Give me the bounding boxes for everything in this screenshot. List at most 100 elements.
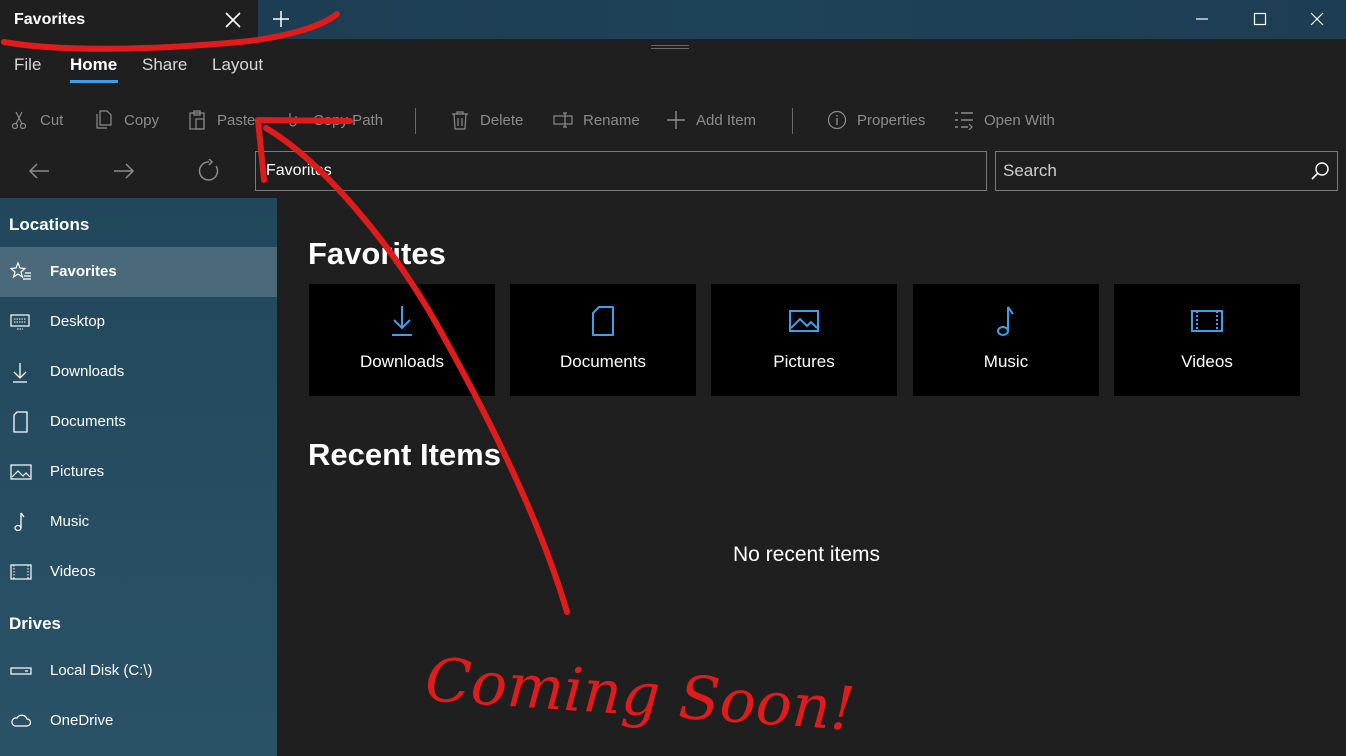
add-item-button[interactable]: Add Item <box>666 108 756 132</box>
favorites-title: Favorites <box>308 236 446 271</box>
film-icon <box>1191 310 1223 332</box>
properties-label: Properties <box>857 111 926 129</box>
rename-icon <box>553 112 573 128</box>
title-bar: Favorites <box>0 0 1346 39</box>
open-with-button[interactable]: Open With <box>954 108 1055 132</box>
paste-label: Paste <box>217 111 256 129</box>
recent-items-title: Recent Items <box>308 437 501 472</box>
favorite-tile-music[interactable]: Music <box>913 284 1099 396</box>
tile-label: Music <box>983 352 1029 371</box>
sidebar-item-videos[interactable]: Videos <box>0 547 277 597</box>
tab-favorites[interactable]: Favorites <box>0 0 258 39</box>
address-bar[interactable]: Favorites <box>255 151 987 191</box>
close-icon[interactable] <box>222 9 244 31</box>
picture-icon <box>789 310 819 332</box>
sidebar-item-local-disk[interactable]: Local Disk (C:\) <box>0 646 277 696</box>
menu-tab-share[interactable]: Share <box>142 55 187 75</box>
favorite-tile-pictures[interactable]: Pictures <box>711 284 897 396</box>
download-icon <box>13 363 27 383</box>
scissors-icon <box>11 111 27 130</box>
properties-button[interactable]: Properties <box>827 108 925 132</box>
plus-icon <box>667 111 685 129</box>
clipboard-icon <box>189 110 205 130</box>
sidebar-item-label: OneDrive <box>50 712 114 729</box>
plus-icon[interactable] <box>270 8 292 30</box>
sidebar-item-downloads[interactable]: Downloads <box>0 347 277 397</box>
sidebar-item-desktop[interactable]: Desktop <box>0 297 277 347</box>
menu-tab-layout[interactable]: Layout <box>212 55 263 75</box>
rename-label: Rename <box>583 111 640 129</box>
menu-tab-file[interactable]: File <box>14 55 41 75</box>
copy-path-button[interactable]: Copy Path <box>283 108 383 132</box>
trash-icon <box>452 111 468 130</box>
picture-icon <box>10 464 32 480</box>
sidebar-item-pictures[interactable]: Pictures <box>0 447 277 497</box>
ribbon: File Home Share Layout Cut Copy Paste Co… <box>0 39 1346 198</box>
main-content: Favorites Downloads Documents Pictures M… <box>277 198 1346 756</box>
cloud-icon <box>11 714 32 727</box>
delete-button[interactable]: Delete <box>450 108 523 132</box>
sidebar-item-label: Music <box>50 513 90 530</box>
maximize-icon[interactable] <box>1249 8 1271 30</box>
tile-label: Documents <box>560 352 646 371</box>
film-icon <box>10 564 32 580</box>
add-item-label: Add Item <box>696 111 757 129</box>
no-recent-items-message: No recent items <box>733 543 881 566</box>
tile-label: Videos <box>1181 352 1233 371</box>
search-box[interactable] <box>995 151 1338 191</box>
sidebar-item-onedrive[interactable]: OneDrive <box>0 696 277 746</box>
minimize-icon[interactable] <box>1191 8 1213 30</box>
music-note-icon <box>997 306 1014 336</box>
locations-header: Locations <box>9 215 90 234</box>
sidebar-item-label: Favorites <box>50 263 117 280</box>
star-list-icon <box>10 261 31 280</box>
search-input[interactable] <box>996 152 1296 190</box>
sidebar-item-label: Downloads <box>50 363 125 380</box>
tile-label: Pictures <box>773 352 835 371</box>
music-note-icon <box>14 512 25 532</box>
rename-button[interactable]: Rename <box>553 108 640 132</box>
refresh-icon[interactable] <box>197 159 221 183</box>
copy-icon <box>96 110 112 129</box>
open-with-icon <box>955 112 973 130</box>
sidebar-item-label: Videos <box>50 563 96 580</box>
active-tab-indicator <box>70 80 118 83</box>
copy-path-label: Copy Path <box>313 111 384 129</box>
menu-tab-home[interactable]: Home <box>70 55 117 75</box>
ribbon-separator <box>792 108 793 134</box>
sidebar-item-label: Local Disk (C:\) <box>50 662 153 679</box>
sidebar-item-documents[interactable]: Documents <box>0 397 277 447</box>
sidebar-item-label: Documents <box>50 413 126 430</box>
drives-header: Drives <box>9 614 61 633</box>
sidebar-item-music[interactable]: Music <box>0 497 277 547</box>
forward-arrow-icon[interactable] <box>112 159 136 183</box>
search-icon[interactable] <box>1310 161 1330 181</box>
close-window-icon[interactable] <box>1306 8 1328 30</box>
copy-label: Copy <box>124 111 160 129</box>
info-icon <box>827 110 847 130</box>
tab-title: Favorites <box>14 11 86 28</box>
ribbon-separator <box>415 108 416 134</box>
copy-button[interactable]: Copy <box>94 108 159 132</box>
sidebar-item-label: Desktop <box>50 313 106 330</box>
sidebar: Locations Favorites Desktop Downloads Do… <box>0 198 277 756</box>
sidebar-item-label: Pictures <box>50 463 105 480</box>
link-icon <box>289 113 297 127</box>
back-arrow-icon[interactable] <box>27 159 51 183</box>
favorite-tile-downloads[interactable]: Downloads <box>309 284 495 396</box>
paste-button[interactable]: Paste <box>187 108 255 132</box>
drag-handle[interactable] <box>651 45 689 49</box>
favorite-tile-videos[interactable]: Videos <box>1114 284 1300 396</box>
download-icon <box>392 306 412 336</box>
cut-label: Cut <box>40 111 64 129</box>
tile-label: Downloads <box>359 352 445 371</box>
desktop-icon <box>10 314 30 330</box>
document-icon <box>13 411 28 433</box>
delete-label: Delete <box>480 111 524 129</box>
open-with-label: Open With <box>984 111 1055 129</box>
favorite-tile-documents[interactable]: Documents <box>510 284 696 396</box>
sidebar-item-favorites[interactable]: Favorites <box>0 247 277 297</box>
document-icon <box>592 306 614 336</box>
drive-icon <box>10 667 32 675</box>
cut-button[interactable]: Cut <box>10 108 63 132</box>
